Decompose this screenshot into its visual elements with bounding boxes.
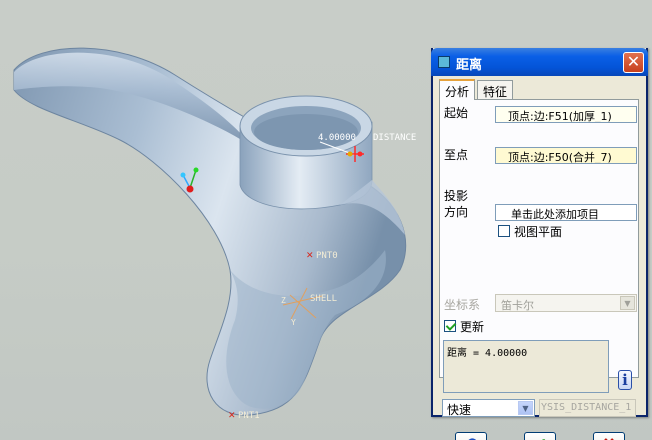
result-area: 距离 = 4.00000: [443, 340, 609, 393]
tab-feature-label: 特征: [483, 85, 508, 99]
svg-text:✕: ✕: [306, 251, 314, 261]
dialog-title: 距离: [456, 58, 483, 73]
mode-value: 快速: [447, 403, 472, 417]
window-icon: [438, 56, 450, 68]
projection-label: 投影: [444, 189, 469, 203]
result-text: 距离 = 4.00000: [447, 348, 528, 359]
chevron-down-icon: ▼: [518, 401, 533, 415]
chevron-down-icon: ▼: [620, 296, 635, 310]
close-icon: ✕: [626, 52, 641, 71]
ok-button[interactable]: ✔: [524, 432, 556, 440]
cancel-button[interactable]: ✖: [593, 432, 625, 440]
to-label: 至点: [444, 148, 469, 162]
direction-label: 方向: [444, 205, 469, 219]
csys-dropdown: 笛卡尔 ▼: [495, 294, 637, 312]
repeat-icon: ⟲: [464, 435, 478, 440]
dimension-value: 4.00000: [318, 133, 356, 143]
distance-dialog: 距离 ✕ 分析 特征 起始 顶点:边:F51(加厚_1) 至点 顶点:边:F50…: [431, 48, 648, 440]
tab-analysis-label: 分析: [445, 85, 470, 99]
update-label: 更新: [460, 320, 485, 334]
cross-icon: ✖: [602, 435, 616, 440]
svg-text:✕: ✕: [228, 411, 236, 421]
tab-feature[interactable]: 特征: [477, 80, 514, 99]
csys-axis-z: Z: [281, 296, 286, 305]
from-reference-field[interactable]: 顶点:边:F51(加厚_1): [495, 106, 637, 123]
close-button[interactable]: ✕: [623, 52, 644, 73]
csys-label: 坐标系: [444, 298, 481, 312]
view-plane-label: 视图平面: [514, 225, 563, 239]
tab-analysis[interactable]: 分析: [439, 79, 476, 100]
view-plane-checkbox[interactable]: [498, 225, 510, 237]
repeat-button[interactable]: ⟲: [455, 432, 487, 440]
to-reference-field[interactable]: 顶点:边:F50(合并_7): [495, 147, 637, 164]
point-label-pnt0: PNT0: [316, 251, 338, 261]
dimension-label: DISTANCE: [373, 133, 416, 143]
dialog-titlebar[interactable]: 距离 ✕: [431, 48, 648, 76]
from-label: 起始: [444, 106, 469, 120]
analysis-name-field: YSIS_DISTANCE_1: [539, 399, 636, 417]
csys-axis-y: Y: [291, 318, 296, 327]
checkmark-icon: ✔: [533, 435, 547, 440]
update-checkbox[interactable]: [444, 320, 456, 332]
csys-value: 笛卡尔: [501, 299, 534, 312]
mode-dropdown[interactable]: 快速 ▼: [442, 399, 535, 417]
projection-direction-field[interactable]: 单击此处添加项目: [495, 204, 637, 221]
info-icon[interactable]: i: [618, 370, 632, 390]
point-label-pnt1: PNT1: [238, 411, 260, 421]
analysis-panel: 起始 顶点:边:F51(加厚_1) 至点 顶点:边:F50(合并_7) 投影 方…: [439, 99, 639, 393]
csys-label: SHELL: [310, 294, 337, 304]
